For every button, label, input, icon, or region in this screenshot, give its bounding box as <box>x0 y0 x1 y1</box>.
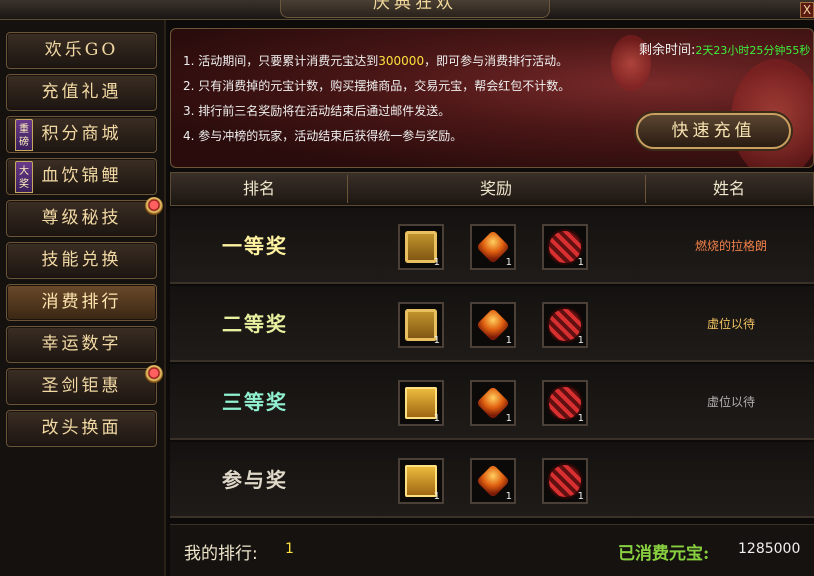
golden-chest-icon <box>405 387 437 419</box>
sidebar-item[interactable]: 消费排行 <box>6 284 157 321</box>
rule-prefix: 1. 活动期间，只要累计消费元宝达到 <box>183 54 379 68</box>
reward-slot[interactable]: 1 <box>542 458 588 504</box>
title-bar: 庆典狂欢 X <box>0 0 814 20</box>
reward-slot[interactable]: 1 <box>398 380 444 426</box>
reward-quantity: 1 <box>577 335 584 346</box>
rule-line: 2. 只有消费掉的元宝计数，购买摆摊商品，交易元宝，帮会红包不计数。 <box>183 74 570 99</box>
spent-label: 已消费元宝: <box>618 544 710 564</box>
sidebar-item[interactable]: 改头换面 <box>6 410 157 447</box>
reward-slot[interactable]: 1 <box>470 458 516 504</box>
sidebar-item[interactable]: 技能兑换 <box>6 242 157 279</box>
quick-recharge-button[interactable]: 快速充值 <box>636 113 791 149</box>
rule-highlight: 300000 <box>378 54 425 68</box>
reward-quantity: 1 <box>577 491 584 502</box>
red-orb-icon <box>549 231 581 263</box>
rule-prefix: 3. 排行前三名奖励将在活动结束后通过邮件发送。 <box>183 104 451 118</box>
sidebar-tag: 重磅 <box>15 119 33 151</box>
reward-quantity: 1 <box>505 491 512 502</box>
reward-quantity: 1 <box>433 413 440 424</box>
winner-name: 虚位以待 <box>706 317 755 331</box>
reward-quantity: 1 <box>433 335 440 346</box>
header-rank: 排名 <box>242 179 275 198</box>
reward-slot[interactable]: 1 <box>542 224 588 270</box>
my-rank-value: 1 <box>285 541 294 557</box>
remaining-time-value: 2天23小时25分钟55秒 <box>695 44 811 57</box>
sidebar-item-label: 血饮锦鲤 <box>41 166 122 186</box>
reward-slot[interactable]: 1 <box>470 224 516 270</box>
table-row: 参与奖 1 1 1 <box>170 442 814 518</box>
rule-suffix: ，即可参与消费排行活动。 <box>424 54 569 68</box>
sidebar-item-label: 改头换面 <box>41 418 122 438</box>
notification-badge-icon <box>145 197 163 215</box>
remaining-time-label: 剩余时间: <box>639 43 696 58</box>
my-rank-label: 我的排行: <box>184 544 258 564</box>
reward-slot[interactable]: 1 <box>470 380 516 426</box>
reward-quantity: 1 <box>505 335 512 346</box>
rule-prefix: 2. 只有消费掉的元宝计数，购买摆摊商品，交易元宝，帮会红包不计数。 <box>183 79 571 93</box>
sidebar-item[interactable]: 圣剑钜惠 <box>6 365 163 405</box>
sidebar-item[interactable]: 尊级秘技 <box>6 197 163 237</box>
table-row: 二等奖 1 1 1 虚位以待 <box>170 286 814 362</box>
reward-quantity: 1 <box>577 257 584 268</box>
treasure-chest-icon <box>405 231 437 263</box>
reward-quantity: 1 <box>505 413 512 424</box>
window-title: 庆典狂欢 <box>280 0 550 18</box>
golden-chest-icon <box>405 465 437 497</box>
reward-quantity: 1 <box>577 413 584 424</box>
prize-tier: 参与奖 <box>222 468 288 492</box>
rule-line: 4. 参与冲榜的玩家，活动结束后获得统一参与奖励。 <box>183 124 570 149</box>
header-name: 姓名 <box>712 179 745 198</box>
table-header: 排名 奖励 姓名 <box>170 172 814 206</box>
sidebar: 欢乐GO 充值礼遇 重磅 积分商城 大奖 血饮锦鲤 尊级秘技 技能兑换 消费排行 幸运数字 圣剑钜惠… <box>0 20 166 576</box>
red-orb-icon <box>549 309 581 341</box>
winner-name: 燃烧的拉格朗 <box>694 239 767 253</box>
notification-badge-icon <box>145 365 163 383</box>
red-orb-icon <box>549 387 581 419</box>
ranking-table: 排名 奖励 姓名 一等奖 1 1 1 燃烧的拉格朗 二等奖 1 1 1 虚位以待 三等奖 1 1 1 虚位以… <box>170 172 814 522</box>
rules-list: 1. 活动期间，只要累计消费元宝达到300000，即可参与消费排行活动。 2. 只… <box>183 49 570 149</box>
sidebar-tag: 大奖 <box>15 161 33 193</box>
footer: 我的排行: 1 已消费元宝: 1285000 <box>170 524 814 576</box>
prize-tier: 二等奖 <box>222 312 288 336</box>
red-orb-icon <box>549 465 581 497</box>
sidebar-item[interactable]: 幸运数字 <box>6 326 157 363</box>
sidebar-item[interactable]: 重磅 积分商城 <box>6 116 157 153</box>
sidebar-item-label: 尊级秘技 <box>41 208 122 228</box>
spent-value: 1285000 <box>738 541 801 557</box>
rule-line: 1. 活动期间，只要累计消费元宝达到300000，即可参与消费排行活动。 <box>183 49 570 74</box>
reward-quantity: 1 <box>433 257 440 268</box>
sidebar-item-label: 积分商城 <box>41 124 122 144</box>
prize-tier: 三等奖 <box>222 390 288 414</box>
winner-name <box>648 442 814 518</box>
reward-slot[interactable]: 1 <box>398 458 444 504</box>
reward-quantity: 1 <box>505 257 512 268</box>
close-button[interactable]: X <box>800 2 814 18</box>
reward-slot[interactable]: 1 <box>398 302 444 348</box>
header-reward: 奖励 <box>479 179 512 198</box>
table-row: 三等奖 1 1 1 虚位以待 <box>170 364 814 440</box>
remaining-time: 剩余时间:2天23小时25分钟55秒 <box>639 39 810 58</box>
treasure-chest-icon <box>405 309 437 341</box>
winner-name: 虚位以待 <box>706 395 755 409</box>
sidebar-item[interactable]: 充值礼遇 <box>6 74 157 111</box>
rule-line: 3. 排行前三名奖励将在活动结束后通过邮件发送。 <box>183 99 570 124</box>
sidebar-item[interactable]: 欢乐GO <box>6 32 157 69</box>
reward-slot[interactable]: 1 <box>542 302 588 348</box>
sidebar-item-label: 消费排行 <box>41 292 122 312</box>
sidebar-item-label: 欢乐GO <box>44 40 119 60</box>
table-row: 一等奖 1 1 1 燃烧的拉格朗 <box>170 208 814 284</box>
reward-slot[interactable]: 1 <box>398 224 444 270</box>
sidebar-item-label: 幸运数字 <box>41 334 122 354</box>
sidebar-item[interactable]: 大奖 血饮锦鲤 <box>6 158 157 195</box>
reward-slot[interactable]: 1 <box>470 302 516 348</box>
sidebar-item-label: 充值礼遇 <box>41 82 122 102</box>
reward-quantity: 1 <box>433 491 440 502</box>
sidebar-item-label: 圣剑钜惠 <box>41 376 122 396</box>
rule-prefix: 4. 参与冲榜的玩家，活动结束后获得统一参与奖励。 <box>183 129 463 143</box>
sidebar-item-label: 技能兑换 <box>41 250 122 270</box>
prize-tier: 一等奖 <box>222 234 288 258</box>
reward-slot[interactable]: 1 <box>542 380 588 426</box>
event-banner: 1. 活动期间，只要累计消费元宝达到300000，即可参与消费排行活动。 2. 只… <box>170 28 814 168</box>
